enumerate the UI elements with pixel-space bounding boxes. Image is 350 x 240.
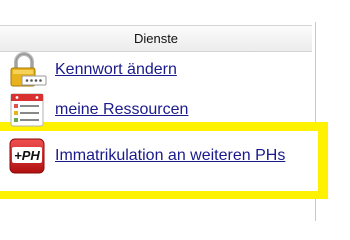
change-password-link[interactable]: Kennwort ändern bbox=[8, 50, 318, 90]
resources-list-icon bbox=[10, 93, 44, 127]
plus-ph-icon: +PH bbox=[9, 138, 45, 174]
immatrikulation-label: Immatrikulation an weiteren PHs bbox=[55, 147, 286, 164]
panel-header: Dienste bbox=[0, 25, 312, 52]
lock-password-icon bbox=[10, 52, 47, 87]
immatrikulation-link[interactable]: +PH Immatrikulation an weiteren PHs bbox=[8, 136, 318, 176]
my-resources-label: meine Ressourcen bbox=[55, 101, 189, 118]
svg-text:+PH: +PH bbox=[14, 148, 40, 163]
my-resources-link[interactable]: meine Ressourcen bbox=[8, 90, 318, 130]
change-password-label: Kennwort ändern bbox=[55, 61, 177, 78]
